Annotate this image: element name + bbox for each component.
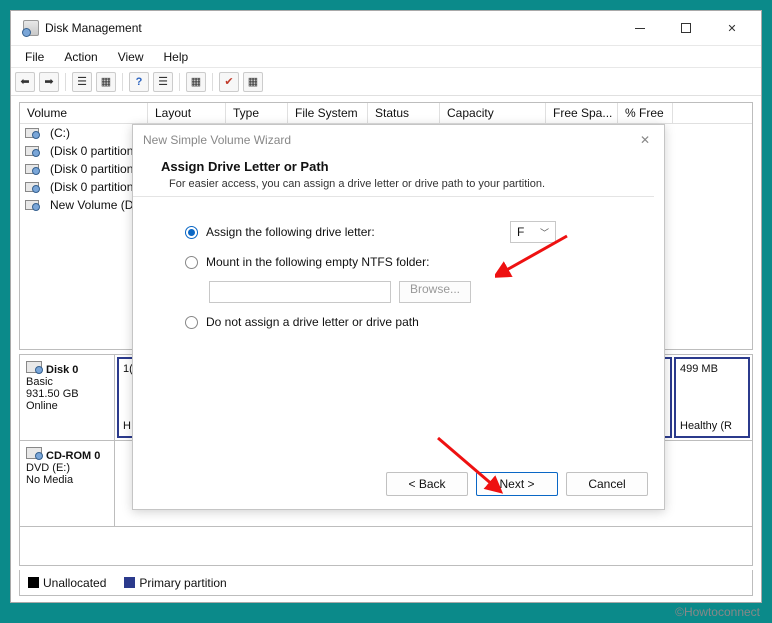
col-freespace[interactable]: Free Spa... <box>546 103 618 123</box>
disk-side: CD-ROM 0 DVD (E:)No Media <box>20 441 115 526</box>
titlebar: Disk Management <box>11 11 761 46</box>
label-none: Do not assign a drive letter or drive pa… <box>206 315 419 329</box>
radio-mount[interactable] <box>185 256 198 269</box>
radio-none[interactable] <box>185 316 198 329</box>
column-headers: Volume Layout Type File System Status Ca… <box>20 103 752 124</box>
col-pctfree[interactable]: % Free <box>618 103 673 123</box>
browse-button[interactable]: Browse... <box>399 281 471 303</box>
cancel-button[interactable]: Cancel <box>566 472 648 496</box>
wizard-close-icon[interactable]: ✕ <box>636 131 654 149</box>
wizard-titlebar: New Simple Volume Wizard ✕ <box>133 125 664 155</box>
next-button[interactable]: Next > <box>476 472 558 496</box>
toolbar-btn-6[interactable]: ▦ <box>243 72 263 92</box>
volume-icon <box>25 128 39 138</box>
back-button[interactable]: ⬅ <box>15 72 35 92</box>
menu-file[interactable]: File <box>15 48 54 66</box>
volume-icon <box>25 182 39 192</box>
volume-icon <box>25 200 39 210</box>
label-assign: Assign the following drive letter: <box>206 225 375 239</box>
swatch-primary <box>124 577 135 588</box>
forward-button[interactable]: ➡ <box>39 72 59 92</box>
swatch-unallocated <box>28 577 39 588</box>
toolbar-btn-3[interactable]: ☰ <box>153 72 173 92</box>
legend-primary: Primary partition <box>139 576 226 590</box>
toolbar-btn-4[interactable]: ▦ <box>186 72 206 92</box>
toolbar: ⬅ ➡ ☰ ▦ ? ☰ ▦ ✔ ▦ <box>11 68 761 96</box>
partition[interactable]: 499 MBHealthy (R <box>674 357 750 438</box>
option-no-assign[interactable]: Do not assign a drive letter or drive pa… <box>185 315 636 329</box>
col-volume[interactable]: Volume <box>20 103 148 123</box>
option-mount-folder[interactable]: Mount in the following empty NTFS folder… <box>185 255 636 269</box>
option-assign-letter[interactable]: Assign the following drive letter: F ﹀ <box>185 221 636 243</box>
menu-view[interactable]: View <box>108 48 154 66</box>
col-spacer <box>673 103 752 123</box>
window-title: Disk Management <box>45 21 142 35</box>
toolbar-btn-5[interactable]: ✔ <box>219 72 239 92</box>
mount-path-input[interactable] <box>209 281 391 303</box>
disk-icon <box>26 447 42 459</box>
chevron-down-icon: ﹀ <box>540 226 549 239</box>
app-icon <box>23 20 39 36</box>
drive-letter-select[interactable]: F ﹀ <box>510 221 556 243</box>
disk-icon <box>26 361 42 373</box>
volume-icon <box>25 164 39 174</box>
col-fs[interactable]: File System <box>288 103 368 123</box>
col-type[interactable]: Type <box>226 103 288 123</box>
toolbar-btn-2[interactable]: ▦ <box>96 72 116 92</box>
wizard-title: New Simple Volume Wizard <box>143 133 291 147</box>
menubar: File Action View Help <box>11 46 761 68</box>
legend: Unallocated Primary partition <box>19 570 753 596</box>
wizard-heading: Assign Drive Letter or Path <box>161 159 636 174</box>
new-simple-volume-wizard: New Simple Volume Wizard ✕ Assign Drive … <box>132 124 665 510</box>
volume-icon <box>25 146 39 156</box>
col-capacity[interactable]: Capacity <box>440 103 546 123</box>
radio-assign[interactable] <box>185 226 198 239</box>
legend-unallocated: Unallocated <box>43 576 106 590</box>
maximize-button[interactable] <box>663 13 709 43</box>
wizard-subtext: For easier access, you can assign a driv… <box>169 178 636 190</box>
menu-action[interactable]: Action <box>54 48 107 66</box>
back-button[interactable]: < Back <box>386 472 468 496</box>
label-mount: Mount in the following empty NTFS folder… <box>206 255 429 269</box>
copyright: ©Howtoconnect <box>675 605 760 619</box>
close-button[interactable] <box>709 13 755 43</box>
drive-letter-value: F <box>517 225 524 239</box>
minimize-button[interactable] <box>617 13 663 43</box>
wizard-footer: < Back Next > Cancel <box>133 459 664 509</box>
disk-side: Disk 0 Basic931.50 GBOnline <box>20 355 115 440</box>
toolbar-btn-1[interactable]: ☰ <box>72 72 92 92</box>
col-layout[interactable]: Layout <box>148 103 226 123</box>
menu-help[interactable]: Help <box>154 48 199 66</box>
help-button[interactable]: ? <box>129 72 149 92</box>
col-status[interactable]: Status <box>368 103 440 123</box>
